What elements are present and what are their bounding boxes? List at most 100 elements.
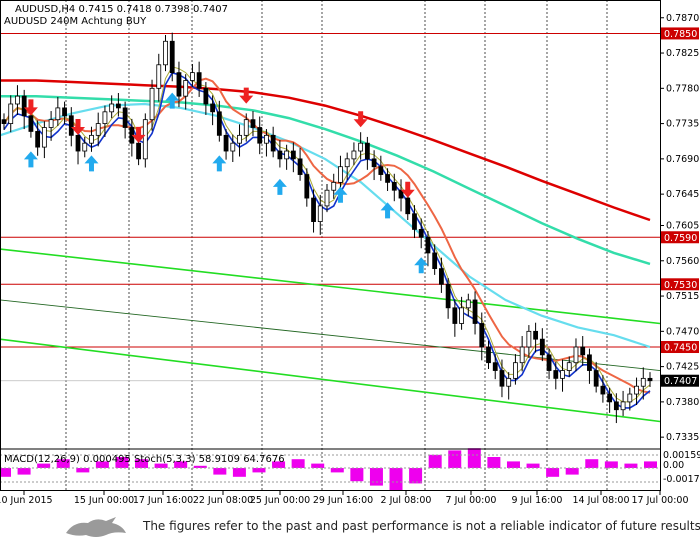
x-tick-label: 17 Jun 16:00 xyxy=(133,495,193,506)
level-label: 0.7450 xyxy=(664,343,697,354)
macd-bar xyxy=(585,459,599,468)
y-tick-label: 0.7690 xyxy=(666,154,699,165)
candle-body xyxy=(311,197,316,222)
x-tick-label: 2 Jul 08:00 xyxy=(381,495,432,506)
candle-body xyxy=(257,127,263,144)
level-label: 0.7530 xyxy=(664,280,697,291)
candle-body xyxy=(136,142,141,160)
candle-body xyxy=(89,134,94,144)
candle-body xyxy=(210,103,216,113)
level-label: 0.7850 xyxy=(664,29,697,40)
candle-body xyxy=(297,158,303,175)
bull-logo xyxy=(66,517,126,537)
candle-body xyxy=(122,107,128,128)
macd-bar xyxy=(526,463,540,468)
candle-body xyxy=(243,119,249,136)
x-tick-label: 15 Jun 00:00 xyxy=(74,495,134,506)
candle-body xyxy=(459,307,464,324)
candle-body xyxy=(452,307,458,324)
macd-bar xyxy=(389,468,403,490)
candle-body xyxy=(425,236,431,254)
x-tick-label: 17 Jul 00:00 xyxy=(632,495,689,506)
candle-body xyxy=(48,119,54,128)
candle-body xyxy=(290,150,296,160)
candle-body xyxy=(405,197,411,215)
macd-bar xyxy=(428,454,442,468)
candle-body xyxy=(573,346,579,364)
candle-body xyxy=(465,299,471,309)
candle-body xyxy=(438,268,444,285)
candle-body xyxy=(412,213,417,230)
macd-bar xyxy=(624,463,638,468)
candle-body xyxy=(371,158,377,168)
macd-bar xyxy=(604,461,618,468)
candle-body xyxy=(216,111,222,136)
candle-body xyxy=(95,123,101,136)
last-price-label: 0.7407 xyxy=(664,376,697,387)
y-tick-label: 0.7780 xyxy=(666,83,699,94)
candle-body xyxy=(580,346,586,356)
macd-bar xyxy=(369,468,383,486)
candle-body xyxy=(472,299,478,324)
macd-bar xyxy=(252,468,266,473)
candle-body xyxy=(62,107,67,117)
macd-bar xyxy=(17,468,31,475)
candle-body xyxy=(560,370,565,379)
candle-body xyxy=(270,134,276,152)
macd-bar xyxy=(565,468,579,475)
candle-body xyxy=(142,119,148,160)
candle-body xyxy=(68,115,74,136)
macd-bar xyxy=(232,468,246,477)
candle-body xyxy=(109,103,115,113)
candle-body xyxy=(492,362,498,371)
macd-bar xyxy=(0,468,11,477)
candle-body xyxy=(169,40,175,74)
candle-body xyxy=(8,103,14,124)
level-label: 0.7590 xyxy=(664,233,697,244)
macd-bar xyxy=(546,468,560,477)
macd-tick-label: -0.00175 xyxy=(663,474,700,485)
candle-body xyxy=(607,393,613,403)
oscillator-label: MACD(12,26,9) 0.000495 Stoch(5,3,3) 58.9… xyxy=(4,454,285,465)
candle-body xyxy=(190,72,195,81)
candle-body xyxy=(432,252,438,270)
candle-body xyxy=(385,174,390,183)
candle-body xyxy=(21,95,27,117)
macd-bar xyxy=(76,468,90,473)
macd-bar xyxy=(350,468,364,482)
candle-body xyxy=(163,40,168,66)
x-tick-label: 25 Jun 00:00 xyxy=(250,495,310,506)
y-tick-label: 0.7335 xyxy=(666,432,699,443)
candle-body xyxy=(75,134,81,152)
candle-body xyxy=(304,174,310,199)
candle-body xyxy=(237,134,242,144)
x-tick-label: 14 Jul 08:00 xyxy=(573,495,630,506)
y-tick-label: 0.7645 xyxy=(666,189,699,200)
candle-body xyxy=(338,166,343,183)
candle-body xyxy=(149,87,155,121)
candle-body xyxy=(526,330,532,348)
candle-body xyxy=(55,107,61,121)
y-tick-label: 0.7560 xyxy=(666,256,699,267)
y-tick-label: 0.7515 xyxy=(666,291,699,302)
macd-bar xyxy=(311,463,325,468)
candle-body xyxy=(351,150,357,160)
candle-body xyxy=(640,377,646,387)
candle-body xyxy=(620,401,626,411)
disclaimer-text: The figures refer to the past and past p… xyxy=(143,519,700,533)
macd-bar xyxy=(448,450,462,468)
candle-body xyxy=(28,115,34,132)
macd-bar xyxy=(213,468,227,475)
candle-body xyxy=(647,377,653,382)
y-tick-label: 0.7425 xyxy=(666,362,699,373)
macd-bar xyxy=(644,461,657,468)
candle-body xyxy=(284,150,290,160)
candle-body xyxy=(41,127,47,148)
candle-body xyxy=(324,189,330,207)
candle-body xyxy=(479,323,485,348)
candle-body xyxy=(331,181,337,191)
candle-body xyxy=(230,142,236,152)
candle-body xyxy=(277,150,283,160)
candle-body xyxy=(264,134,269,144)
price-chart[interactable]: 0.78500.75900.75300.74500.7407 0.001590.… xyxy=(0,0,700,552)
